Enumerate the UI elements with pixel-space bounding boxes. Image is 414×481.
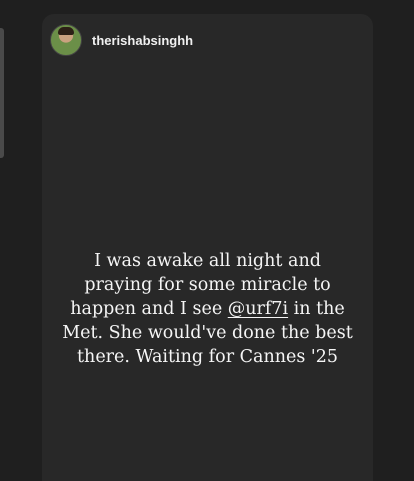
story-card[interactable]: therishabsinghh I was awake all night an… [42, 14, 373, 481]
story-line: Met. She would've done the best [62, 323, 353, 343]
story-text-fragment: happen and I see [70, 299, 228, 319]
story-line: happen and I see @urf7i in the [42, 297, 373, 321]
story-header: therishabsinghh [50, 24, 193, 56]
story-text: I was awake all night and praying for so… [42, 249, 373, 369]
avatar[interactable] [50, 24, 82, 56]
story-line: I was awake all night and [94, 251, 321, 271]
previous-story-edge[interactable] [0, 28, 4, 158]
story-viewer: therishabsinghh I was awake all night an… [0, 0, 414, 481]
story-line: there. Waiting for Cannes '25 [77, 347, 338, 367]
story-text-fragment: in the [288, 299, 345, 319]
story-line: praying for some miracle to [84, 275, 331, 295]
username[interactable]: therishabsinghh [92, 33, 193, 48]
mention-link[interactable]: @urf7i [228, 299, 288, 319]
